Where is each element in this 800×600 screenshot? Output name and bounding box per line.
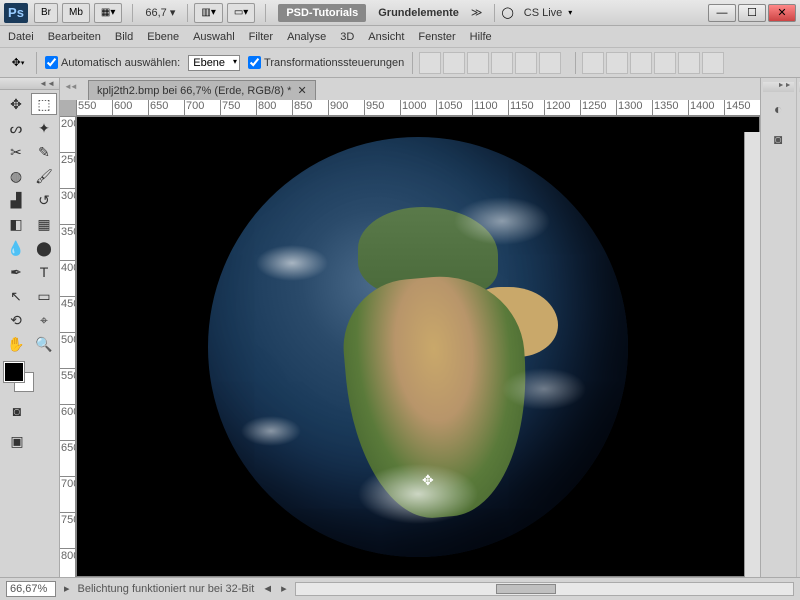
screenmode-button[interactable]: ▭▾ [227, 3, 255, 23]
workspace-psd-tutorials[interactable]: PSD-Tutorials [278, 4, 366, 22]
document-area: kplj2th2.bmp bei 66,7% (Erde, RGB/8) *✕ … [60, 78, 760, 577]
align-left-button[interactable] [491, 52, 513, 74]
distribute-group [575, 52, 730, 74]
status-message: Belichtung funktioniert nur bei 32-Bit [78, 583, 255, 595]
cslive-icon: ◯ [501, 6, 513, 19]
align-top-button[interactable] [419, 52, 441, 74]
menu-filter[interactable]: Filter [249, 31, 273, 43]
eyedropper-tool[interactable]: ✎ [31, 141, 57, 163]
dist-left-button[interactable] [654, 52, 676, 74]
quickmask-button[interactable]: ◙ [4, 400, 30, 422]
panels-dock: ►► ◐ ◙ ►► ❖ ◆ ⬠ ✂ ↻ [760, 78, 800, 577]
status-info-icon[interactable]: ▸ [64, 582, 70, 595]
toolbox: ◄◄ ✥ ⬚ ᔕ ✦ ✂ ✎ ◍ 🖌 ▟ ↺ ◧ ▦ 💧 ⬤ ✒ T ↖ ▭ ⟲… [0, 78, 60, 577]
view-extras-button[interactable]: ▦▾ [94, 3, 122, 23]
history-brush-tool[interactable]: ↺ [31, 189, 57, 211]
options-bar: ✥▾ Automatisch auswählen: Ebene Transfor… [0, 48, 800, 78]
transform-controls-checkbox[interactable]: Transformationssteuerungen [248, 56, 404, 69]
menu-datei[interactable]: Datei [8, 31, 34, 43]
layer-dropdown[interactable]: Ebene [188, 55, 240, 71]
align-bottom-button[interactable] [467, 52, 489, 74]
menu-3d[interactable]: 3D [340, 31, 354, 43]
dist-bottom-button[interactable] [630, 52, 652, 74]
adjustments-panel-icon[interactable]: ◐ [764, 96, 792, 122]
3d-tool[interactable]: ⟲ [3, 309, 29, 331]
foreground-color[interactable] [4, 362, 24, 382]
earth-image [208, 137, 628, 557]
pen-tool[interactable]: ✒ [3, 261, 29, 283]
minimize-button[interactable]: — [708, 4, 736, 22]
menu-ebene[interactable]: Ebene [147, 31, 179, 43]
crop-tool[interactable]: ✂ [3, 141, 29, 163]
masks-panel-icon[interactable]: ◙ [764, 126, 792, 152]
move-tool[interactable]: ✥ [3, 93, 29, 115]
close-tab-icon[interactable]: ✕ [297, 84, 306, 97]
dodge-tool[interactable]: ⬤ [31, 237, 57, 259]
maximize-button[interactable]: ☐ [738, 4, 766, 22]
status-bar: 66,67% ▸ Belichtung funktioniert nur bei… [0, 577, 800, 599]
horizontal-ruler: 5506006507007508008509009501000105011001… [76, 100, 760, 116]
align-hcenter-button[interactable] [515, 52, 537, 74]
dist-top-button[interactable] [582, 52, 604, 74]
screenmode-tool[interactable]: ▣ [4, 430, 30, 452]
type-tool[interactable]: T [31, 261, 57, 283]
menu-hilfe[interactable]: Hilfe [470, 31, 492, 43]
blur-tool[interactable]: 💧 [3, 237, 29, 259]
menu-ansicht[interactable]: Ansicht [368, 31, 404, 43]
arrange-button[interactable]: ▥▾ [194, 3, 222, 23]
toolbox-collapse[interactable]: ◄◄ [0, 78, 59, 90]
cslive-button[interactable]: CS Live [524, 7, 563, 19]
marquee-tool[interactable]: ⬚ [31, 93, 57, 115]
minibridge-button[interactable]: Mb [62, 3, 90, 23]
photoshop-logo-icon: Ps [4, 3, 28, 23]
canvas[interactable]: ✥ [76, 116, 760, 577]
color-swatches[interactable] [4, 362, 34, 392]
brush-tool[interactable]: 🖌 [31, 165, 57, 187]
zoom-tool[interactable]: 🔍 [31, 333, 57, 355]
path-tool[interactable]: ↖ [3, 285, 29, 307]
menu-auswahl[interactable]: Auswahl [193, 31, 235, 43]
zoom-level[interactable]: 66,7 ▾ [145, 6, 175, 19]
dist-hcenter-button[interactable] [678, 52, 700, 74]
status-zoom-input[interactable]: 66,67% [6, 581, 56, 597]
align-vcenter-button[interactable] [443, 52, 465, 74]
dist-vcenter-button[interactable] [606, 52, 628, 74]
menu-bearbeiten[interactable]: Bearbeiten [48, 31, 101, 43]
menu-bar: Datei Bearbeiten Bild Ebene Auswahl Filt… [0, 26, 800, 48]
panel-collapse-left[interactable]: ►► [763, 82, 794, 92]
menu-bild[interactable]: Bild [115, 31, 133, 43]
hand-tool[interactable]: ✋ [3, 333, 29, 355]
auto-select-checkbox[interactable]: Automatisch auswählen: [45, 56, 180, 69]
vertical-ruler: 200250300350400450500550600650700750800 [60, 116, 76, 577]
gradient-tool[interactable]: ▦ [31, 213, 57, 235]
horizontal-scrollbar[interactable] [295, 582, 794, 596]
menu-analyse[interactable]: Analyse [287, 31, 326, 43]
close-button[interactable]: ✕ [768, 4, 796, 22]
align-group [412, 52, 567, 74]
wand-tool[interactable]: ✦ [31, 117, 57, 139]
vertical-scrollbar[interactable] [744, 132, 760, 577]
workspace-more[interactable]: ≫ [471, 6, 483, 19]
bridge-button[interactable]: Br [34, 3, 58, 23]
stamp-tool[interactable]: ▟ [3, 189, 29, 211]
title-bar: Ps Br Mb ▦▾ 66,7 ▾ ▥▾ ▭▾ PSD-Tutorials G… [0, 0, 800, 26]
move-tool-icon: ✥▾ [8, 53, 28, 73]
status-nav-right[interactable]: ▸ [281, 582, 287, 595]
align-right-button[interactable] [539, 52, 561, 74]
dist-right-button[interactable] [702, 52, 724, 74]
healing-tool[interactable]: ◍ [3, 165, 29, 187]
document-tab[interactable]: kplj2th2.bmp bei 66,7% (Erde, RGB/8) *✕ [88, 80, 316, 100]
menu-fenster[interactable]: Fenster [418, 31, 455, 43]
lasso-tool[interactable]: ᔕ [3, 117, 29, 139]
status-nav-left[interactable]: ◄ [262, 583, 273, 595]
eraser-tool[interactable]: ◧ [3, 213, 29, 235]
shape-tool[interactable]: ▭ [31, 285, 57, 307]
workspace-grundelemente[interactable]: Grundelemente [378, 7, 459, 19]
3d-camera-tool[interactable]: ⌖ [31, 309, 57, 331]
